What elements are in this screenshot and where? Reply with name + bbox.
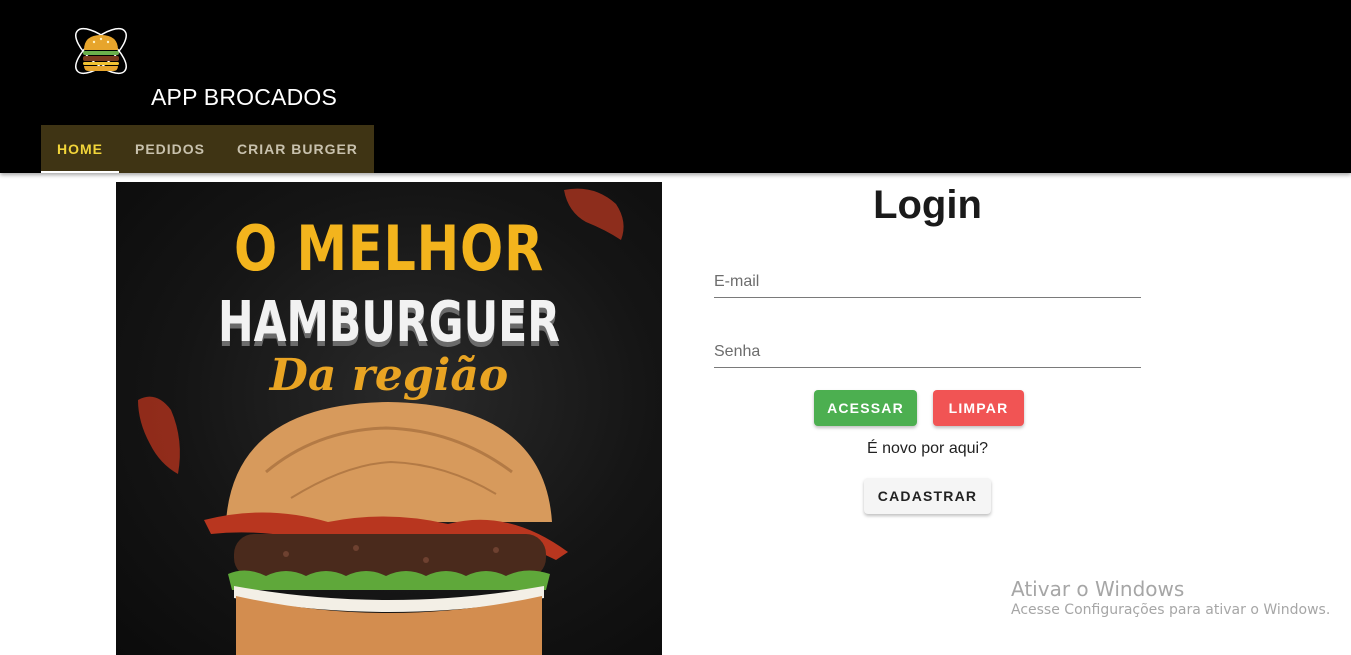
tab-pedidos[interactable]: PEDIDOS	[119, 125, 221, 173]
app-title: APP BROCADOS	[151, 84, 338, 110]
email-input[interactable]	[714, 266, 1141, 297]
hero-headline-line1: O MELHOR	[233, 212, 545, 285]
main-tabs: HOME PEDIDOS CRIAR BURGER	[41, 125, 374, 173]
password-field-wrapper	[714, 336, 1141, 368]
clear-button[interactable]: LIMPAR	[933, 390, 1024, 426]
hero-headline-line3: Da região	[269, 350, 509, 401]
login-title: Login	[873, 183, 982, 227]
email-field-wrapper	[714, 266, 1141, 298]
windows-activation-subtitle: Acesse Configurações para ativar o Windo…	[1011, 602, 1331, 618]
password-input[interactable]	[714, 336, 1141, 367]
access-button[interactable]: ACESSAR	[814, 390, 917, 426]
hero-headline-line2: HAMBURGUER	[217, 290, 561, 355]
windows-activation-title: Ativar o Windows	[1011, 577, 1185, 601]
burger-atom-logo-icon	[75, 27, 127, 75]
register-button[interactable]: CADASTRAR	[864, 478, 991, 514]
app-header: APP BROCADOS HOME PEDIDOS CRIAR BURGER	[0, 0, 1351, 173]
tab-criar-burger[interactable]: CRIAR BURGER	[221, 125, 374, 173]
tab-home[interactable]: HOME	[41, 125, 119, 173]
new-here-text: É novo por aqui?	[867, 440, 988, 457]
hero-burger-image: O MELHOR HAMBURGUER Da região	[116, 182, 662, 655]
